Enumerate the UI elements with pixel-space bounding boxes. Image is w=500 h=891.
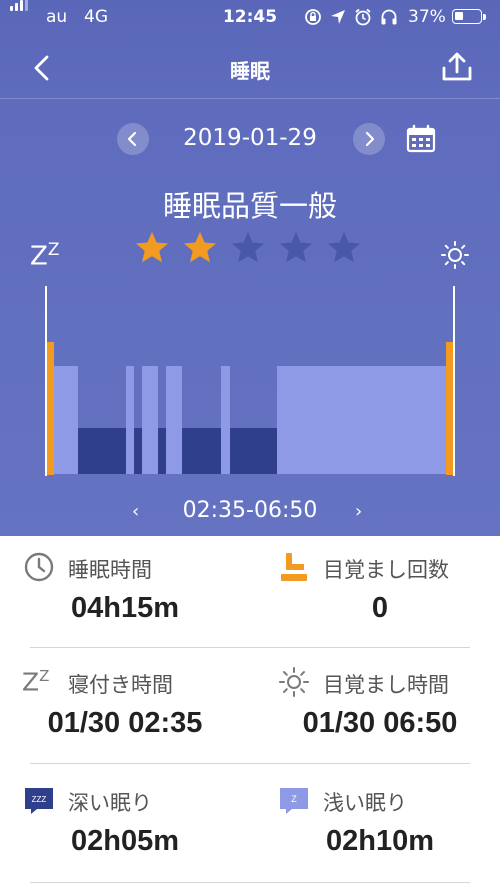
sleep-zzz-icon: ZZ	[30, 240, 60, 272]
zzz-icon: ZZ	[22, 667, 50, 697]
page-title: 睡眠	[230, 59, 270, 83]
stat-value: 04h15m	[70, 592, 179, 624]
sleep-start-marker	[47, 342, 54, 475]
row-divider	[30, 882, 470, 883]
time-range-selector: ‹ 02:35-06:50 ›	[0, 496, 500, 526]
sleep-quality-text: 睡眠品質一般	[162, 189, 337, 223]
chart-start-line	[45, 286, 47, 476]
star-empty-icon	[280, 232, 312, 263]
stat-value: 0	[371, 592, 389, 624]
deep-sleep-segment	[78, 428, 126, 474]
light-sleep-segment	[166, 366, 182, 474]
time-range-label: 02:35-06:50	[182, 498, 318, 523]
wake-count-icon	[281, 553, 307, 581]
stat-sleep-onset: ZZ 寝付き時間 01/30 02:35	[0, 663, 250, 773]
sleep-stage-chart	[45, 286, 455, 476]
deep-sleep-segment	[182, 428, 221, 474]
calendar-icon[interactable]	[405, 124, 437, 154]
svg-text:Z: Z	[291, 794, 297, 804]
deep-sleep-segment	[134, 428, 142, 474]
stat-wake-time: 目覚まし時間 01/30 06:50	[255, 663, 500, 773]
light-sleep-segment	[126, 366, 134, 474]
stat-label: 睡眠時間	[68, 558, 152, 582]
stat-label: 深い眠り	[68, 791, 152, 815]
prev-range-arrow[interactable]: ‹	[132, 501, 139, 522]
stat-light-sleep: Z 浅い眠り 02h10m	[255, 781, 500, 891]
stat-value: 01/30 02:35	[47, 707, 203, 739]
stat-deep-sleep: ZZZ 深い眠り 02h05m	[0, 781, 250, 891]
light-sleep-icon: Z	[280, 788, 308, 814]
clock-icon	[24, 552, 54, 582]
header-divider	[0, 98, 500, 99]
chevron-right-icon	[365, 131, 375, 147]
next-range-arrow[interactable]: ›	[355, 501, 362, 522]
star-empty-icon	[328, 232, 360, 263]
star-empty-icon	[232, 232, 264, 263]
stat-sleep-time: 睡眠時間 04h15m	[0, 548, 250, 658]
location-arrow-icon	[331, 10, 345, 24]
date-selector: 2019-01-29	[0, 122, 500, 156]
row-divider	[30, 647, 470, 648]
stat-label: 寝付き時間	[68, 673, 173, 697]
chevron-left-icon	[127, 131, 137, 147]
stat-wake-count: 目覚まし回数 0	[255, 548, 500, 658]
battery-icon	[452, 9, 486, 24]
chart-end-line	[453, 286, 455, 476]
sun-icon	[279, 667, 309, 697]
stat-value: 01/30 06:50	[302, 707, 458, 739]
quality-stars	[134, 230, 374, 268]
stat-label: 目覚まし回数	[323, 558, 449, 582]
stat-value: 02h10m	[325, 825, 434, 857]
svg-text:ZZZ: ZZZ	[32, 795, 47, 804]
headphones-icon	[381, 9, 397, 25]
light-sleep-segment	[142, 366, 158, 474]
light-sleep-segment	[277, 366, 446, 474]
deep-sleep-icon: ZZZ	[25, 788, 53, 814]
stat-label: 浅い眠り	[323, 791, 407, 815]
stat-value: 02h05m	[70, 825, 179, 857]
alarm-icon	[355, 8, 371, 26]
wake-end-marker	[446, 342, 453, 475]
star-filled-icon	[184, 232, 216, 263]
next-day-button[interactable]	[353, 123, 385, 155]
nav-bar: 睡眠	[0, 40, 500, 98]
rotation-lock-icon	[305, 9, 321, 25]
selected-date[interactable]: 2019-01-29	[160, 125, 340, 151]
status-bar: au 4G 12:45 37%	[0, 0, 500, 34]
row-divider	[30, 763, 470, 764]
light-sleep-segment	[54, 366, 78, 474]
light-sleep-segment	[221, 366, 230, 474]
wake-sun-icon	[441, 241, 469, 269]
star-filled-icon	[136, 232, 168, 263]
share-upload-icon[interactable]	[440, 50, 474, 84]
stat-label: 目覚まし時間	[323, 673, 449, 697]
deep-sleep-segment	[158, 428, 166, 474]
previous-day-button[interactable]	[117, 123, 149, 155]
battery-percent: 37%	[408, 7, 446, 27]
deep-sleep-segment	[230, 428, 277, 474]
sleep-header-panel: au 4G 12:45 37% 睡眠 2019-01-29 睡眠品質一般 ZZ …	[0, 0, 500, 536]
